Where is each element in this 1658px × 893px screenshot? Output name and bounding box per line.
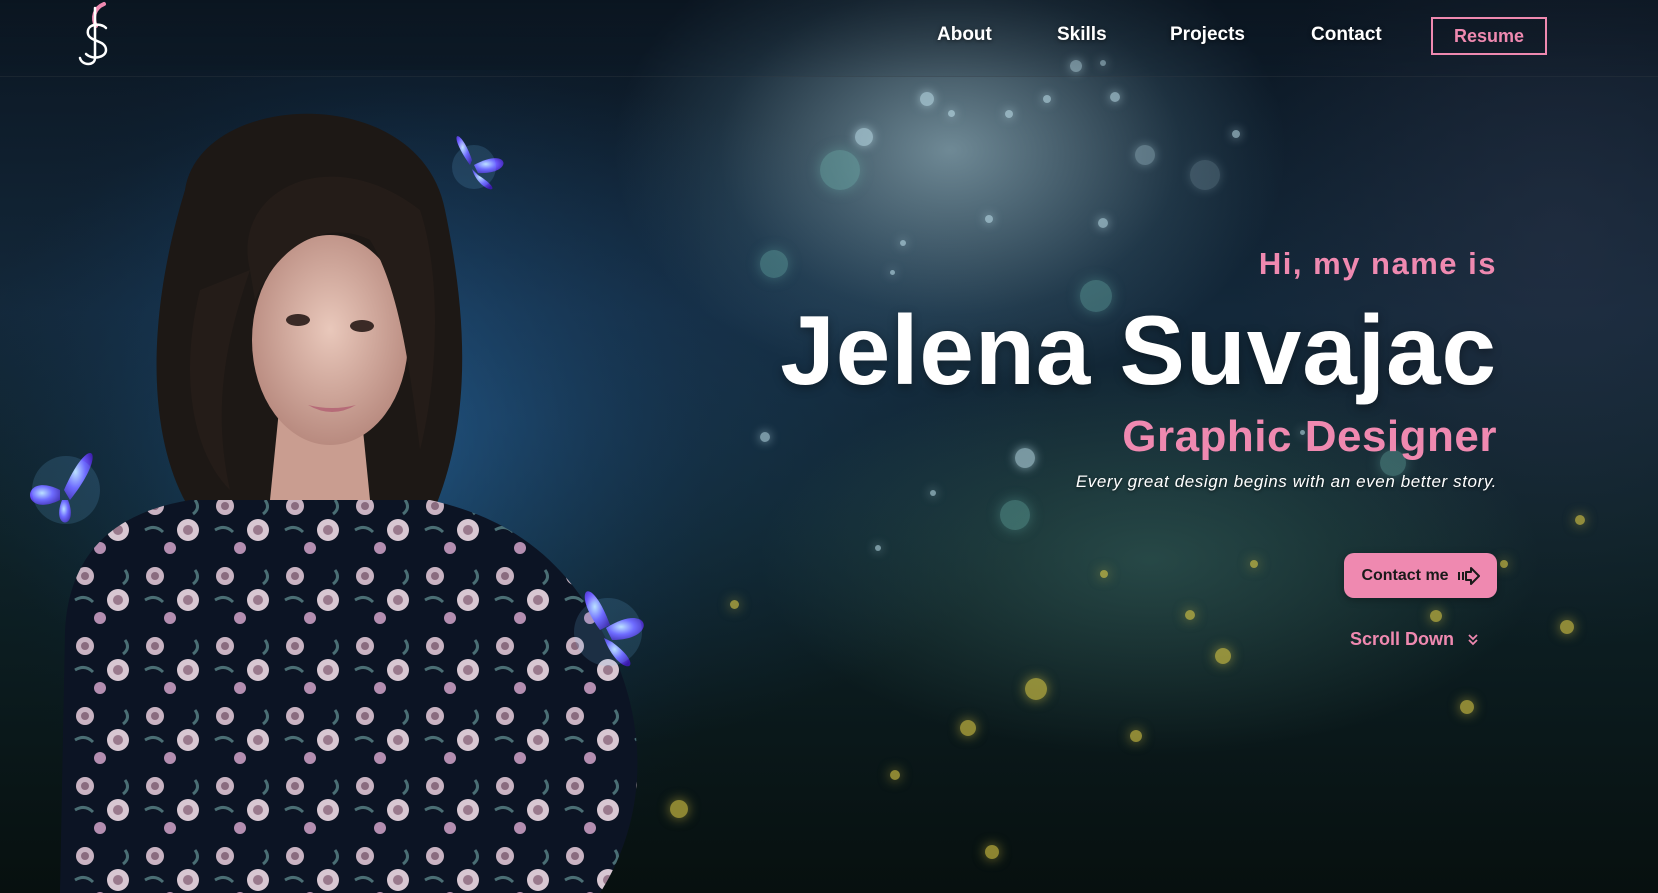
nav-link-skills[interactable]: Skills	[1057, 24, 1107, 46]
hero-role: Graphic Designer	[1122, 412, 1497, 461]
nav-link-contact[interactable]: Contact	[1311, 24, 1382, 46]
hero-section: Hi, my name is Jelena Suvajac Graphic De…	[677, 246, 1497, 492]
scroll-down-label: Scroll Down	[1350, 629, 1455, 649]
nav-link-about[interactable]: About	[937, 24, 992, 46]
arrow-right-icon	[1457, 566, 1480, 585]
hero-name: Jelena Suvajac	[780, 295, 1497, 405]
portfolio-hero-page: About Skills Projects Contact Resume Hi,…	[0, 0, 1658, 893]
hero-tagline: Every great design begins with an even b…	[1075, 472, 1497, 491]
resume-button[interactable]: Resume	[1431, 17, 1547, 55]
portrait-illustration	[0, 70, 700, 893]
nav-link-projects[interactable]: Projects	[1170, 24, 1245, 46]
js-monogram-logo-icon[interactable]	[70, 0, 120, 70]
hero-greeting: Hi, my name is	[1258, 246, 1497, 281]
contact-me-button[interactable]: Contact me	[1344, 553, 1497, 598]
contact-me-label: Contact me	[1361, 566, 1449, 584]
chevron-down-icon	[1468, 633, 1478, 645]
top-navigation: About Skills Projects Contact Resume	[0, 0, 1658, 77]
scroll-down-link[interactable]: Scroll Down	[1350, 629, 1478, 650]
